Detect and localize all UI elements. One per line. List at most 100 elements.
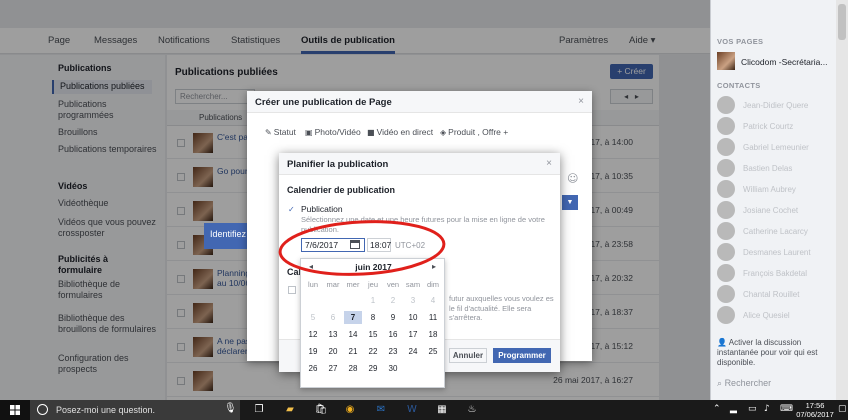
- tab-status[interactable]: ✎ Statut: [265, 127, 296, 137]
- contact-item[interactable]: Jean-Didier Quere: [717, 96, 842, 116]
- calendar-day[interactable]: 11: [424, 311, 442, 324]
- distribution-description: futur auxquelles vous voulez es le fil d…: [449, 294, 554, 322]
- calendar-day[interactable]: 7: [344, 311, 362, 324]
- calendar-day[interactable]: 15: [364, 328, 382, 341]
- stop-distribution-checkbox[interactable]: [288, 286, 296, 294]
- cortana-search[interactable]: Posez-moi une question. 🎙: [30, 400, 240, 420]
- tag-icon: ◈: [440, 128, 447, 137]
- tab-live-video[interactable]: ■ Vidéo en direct: [367, 127, 433, 137]
- scrollbar-thumb[interactable]: [838, 4, 846, 40]
- contact-name: Catherine Lacarcy: [743, 227, 808, 236]
- tab-photo-video[interactable]: ▣ Photo/Vidéo: [305, 127, 361, 137]
- publish-dropdown-button[interactable]: ▼: [562, 195, 578, 210]
- contact-item[interactable]: Patrick Courtz: [717, 117, 842, 137]
- cortana-icon: [37, 404, 48, 415]
- calendar-day[interactable]: 12: [304, 328, 322, 341]
- volume-icon[interactable]: ♪: [764, 404, 770, 414]
- contact-name: François Bakdetal: [743, 269, 808, 278]
- battery-icon[interactable]: ▭: [748, 404, 757, 414]
- contact-search-input[interactable]: ⌕ Rechercher: [717, 378, 842, 393]
- contact-item[interactable]: Desmanes Laurent: [717, 243, 842, 263]
- calendar-day[interactable]: 17: [404, 328, 422, 341]
- weekday-label: lun: [307, 280, 318, 289]
- checkmark-icon[interactable]: ✓: [288, 205, 295, 214]
- calendar-day[interactable]: 28: [344, 362, 362, 375]
- contact-name: Bastien Delas: [743, 164, 793, 173]
- calendar-day[interactable]: 18: [424, 328, 442, 341]
- contact-item[interactable]: Alice Quesiel: [717, 306, 842, 326]
- contact-item[interactable]: Gabriel Lemeunier: [717, 138, 842, 158]
- calendar-day[interactable]: 22: [364, 345, 382, 358]
- calendar-day[interactable]: 10: [404, 311, 422, 324]
- chat-activation-text[interactable]: 👤 Activer la discussion instantanée pour…: [717, 338, 842, 368]
- modal-title: Créer une publication de Page: [255, 97, 392, 108]
- calendar-day[interactable]: 21: [344, 345, 362, 358]
- modal-header: Créer une publication de Page ×: [247, 91, 592, 113]
- calendar-day[interactable]: 19: [304, 345, 322, 358]
- contact-avatar: [717, 306, 735, 324]
- chat-icon: 👤: [717, 338, 727, 347]
- page-item[interactable]: Clicodom -Secrétaria...: [717, 52, 837, 72]
- cancel-button[interactable]: Annuler: [449, 348, 487, 363]
- contact-item[interactable]: Chantal Rouillet: [717, 285, 842, 305]
- keyboard-icon[interactable]: ⌨: [780, 404, 793, 414]
- calendar-day[interactable]: 23: [384, 345, 402, 358]
- tray-arrow-icon[interactable]: ⌃: [713, 404, 721, 414]
- contacts-heading: CONTACTS: [717, 81, 761, 90]
- scrollbar[interactable]: [836, 0, 848, 400]
- calendar-day[interactable]: 29: [364, 362, 382, 375]
- calendar-icon[interactable]: [350, 240, 360, 249]
- contact-item[interactable]: Bastien Delas: [717, 159, 842, 179]
- video-camera-icon: ■: [367, 128, 375, 137]
- calendar-day[interactable]: 20: [324, 345, 342, 358]
- system-clock[interactable]: 17:56 07/06/2017: [795, 401, 835, 419]
- chrome-icon[interactable]: ◉: [343, 403, 357, 417]
- page-name: Clicodom -Secrétaria...: [741, 57, 828, 67]
- calculator-icon[interactable]: ▦: [435, 403, 449, 417]
- network-icon[interactable]: ▂: [730, 404, 737, 414]
- section2-title: Cal: [287, 267, 302, 277]
- contact-name: Chantal Rouillet: [743, 290, 800, 299]
- search-icon: ⌕: [717, 379, 723, 389]
- calendar-day[interactable]: 14: [344, 328, 362, 341]
- task-view-icon[interactable]: ❐: [252, 403, 266, 417]
- calendar-day: 3: [410, 296, 416, 305]
- app-flame-icon[interactable]: ♨: [465, 403, 479, 417]
- calendar-day[interactable]: 24: [404, 345, 422, 358]
- contact-item[interactable]: François Bakdetal: [717, 264, 842, 284]
- calendar-day[interactable]: 8: [364, 311, 382, 324]
- next-month-icon[interactable]: ▸: [432, 262, 436, 271]
- store-icon[interactable]: 🛍: [314, 403, 328, 417]
- calendar-day[interactable]: 9: [384, 311, 402, 324]
- emoji-icon[interactable]: ☺: [567, 172, 578, 185]
- contact-name: Patrick Courtz: [743, 122, 794, 131]
- calendar-day: 2: [390, 296, 396, 305]
- calendar-day[interactable]: 30: [384, 362, 402, 375]
- microphone-icon[interactable]: 🎙: [224, 403, 237, 414]
- dialog-header: Planifier la publication ×: [279, 153, 560, 175]
- tab-product-offer[interactable]: ◈ Produit , Offre +: [440, 127, 508, 137]
- post-type-tabs: ✎ Statut ▣ Photo/Vidéo ■ Vidéo en direct ◈ P…: [247, 127, 592, 143]
- calendar-day[interactable]: 16: [384, 328, 402, 341]
- start-button[interactable]: [0, 400, 30, 420]
- contact-avatar: [717, 285, 735, 303]
- contact-avatar: [717, 117, 735, 135]
- notifications-icon[interactable]: ▢: [838, 404, 847, 414]
- calendar-day[interactable]: 25: [424, 345, 442, 358]
- word-icon[interactable]: W: [405, 403, 419, 417]
- calendar-day[interactable]: 27: [324, 362, 342, 375]
- file-explorer-icon[interactable]: ▰: [283, 403, 297, 417]
- outlook-icon[interactable]: ✉: [374, 403, 388, 417]
- close-icon[interactable]: ×: [578, 96, 584, 107]
- contact-item[interactable]: William Aubrey: [717, 180, 842, 200]
- contact-name: Jean-Didier Quere: [743, 101, 809, 110]
- contact-item[interactable]: Josiane Cochet: [717, 201, 842, 221]
- time-input[interactable]: 18:07: [367, 238, 391, 252]
- contact-item[interactable]: Catherine Lacarcy: [717, 222, 842, 242]
- calendar-day[interactable]: 26: [304, 362, 322, 375]
- close-icon[interactable]: ×: [546, 158, 552, 169]
- your-pages-heading: VOS PAGES: [717, 37, 764, 46]
- schedule-button[interactable]: Programmer: [493, 348, 551, 363]
- calendar-day[interactable]: 13: [324, 328, 342, 341]
- calendar-day: 6: [330, 313, 336, 322]
